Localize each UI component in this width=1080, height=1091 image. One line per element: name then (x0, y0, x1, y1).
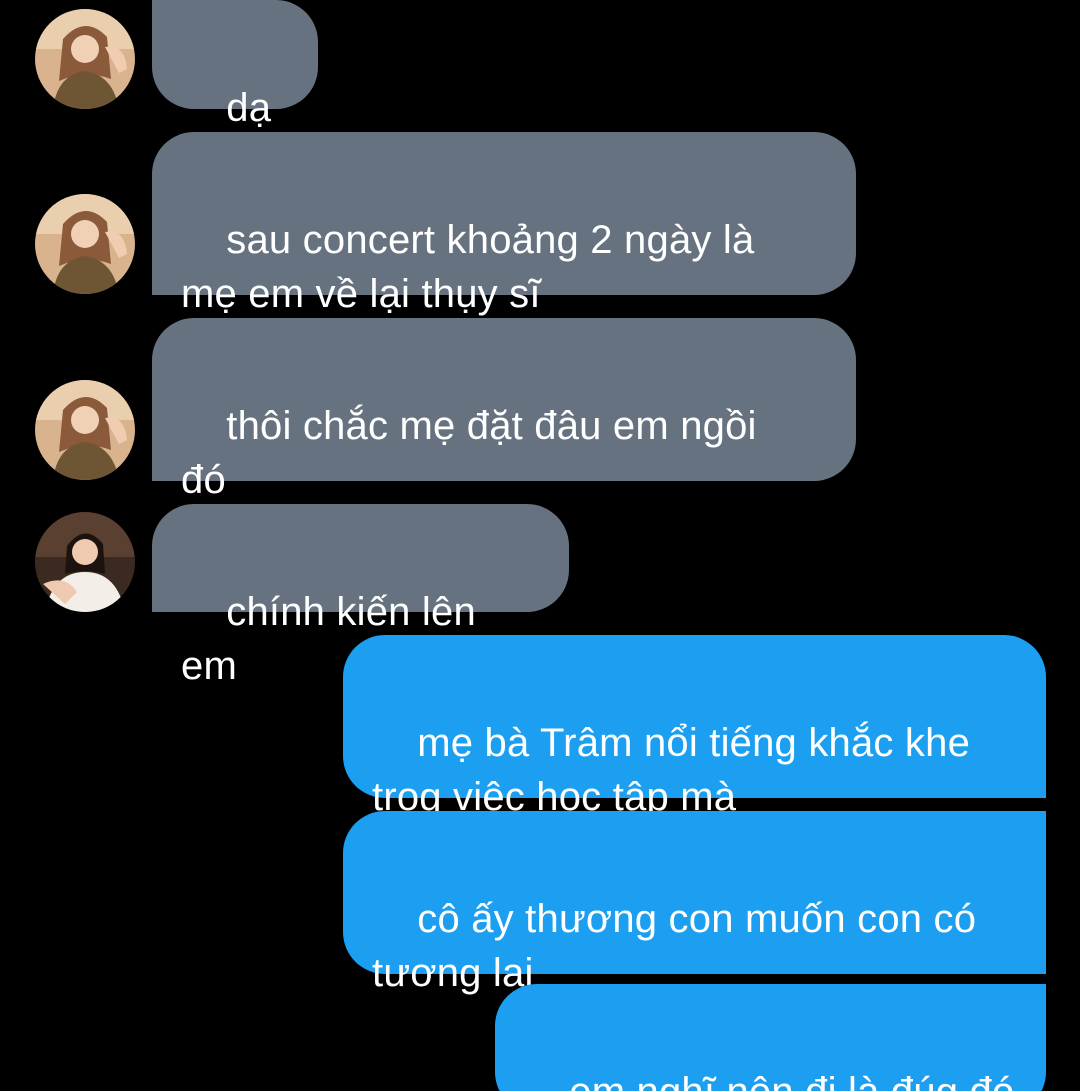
message-bubble-outgoing[interactable]: mẹ bà Trâm nổi tiếng khắc khe trog việc … (343, 635, 1046, 819)
contact-avatar[interactable] (35, 9, 135, 109)
message-text: sau concert khoảng 2 ngày là mẹ em về lạ… (181, 218, 755, 316)
avatar-photo-icon (35, 380, 135, 480)
message-text: cô ấy thương con muốn con có tương lai (372, 897, 977, 995)
message-text: thôi chắc mẹ đặt đâu em ngồi đó (181, 404, 757, 502)
avatar-photo-icon (35, 512, 135, 612)
contact-avatar[interactable] (35, 380, 135, 480)
message-text: em nghĩ nên đi là đúg đó (569, 1070, 1014, 1091)
message-bubble-incoming[interactable]: thôi chắc mẹ đặt đâu em ngồi đó (152, 318, 856, 502)
contact-avatar[interactable] (35, 194, 135, 294)
message-bubble-outgoing[interactable]: em nghĩ nên đi là đúg đó (495, 984, 1046, 1091)
message-bubble-outgoing[interactable]: cô ấy thương con muốn con có tương lai (343, 811, 1046, 995)
chat-thread: dạ ko sau concert khoảng 2 ngày là mẹ em… (0, 0, 1080, 1091)
avatar-photo-icon (35, 194, 135, 294)
contact-avatar[interactable] (35, 512, 135, 612)
message-bubble-incoming[interactable]: chính kiến lên em (152, 504, 569, 688)
message-bubble-incoming[interactable]: dạ ko (152, 0, 318, 184)
message-bubble-incoming[interactable]: sau concert khoảng 2 ngày là mẹ em về lạ… (152, 132, 856, 316)
message-text: mẹ bà Trâm nổi tiếng khắc khe trog việc … (372, 721, 971, 819)
avatar-photo-icon (35, 9, 135, 109)
